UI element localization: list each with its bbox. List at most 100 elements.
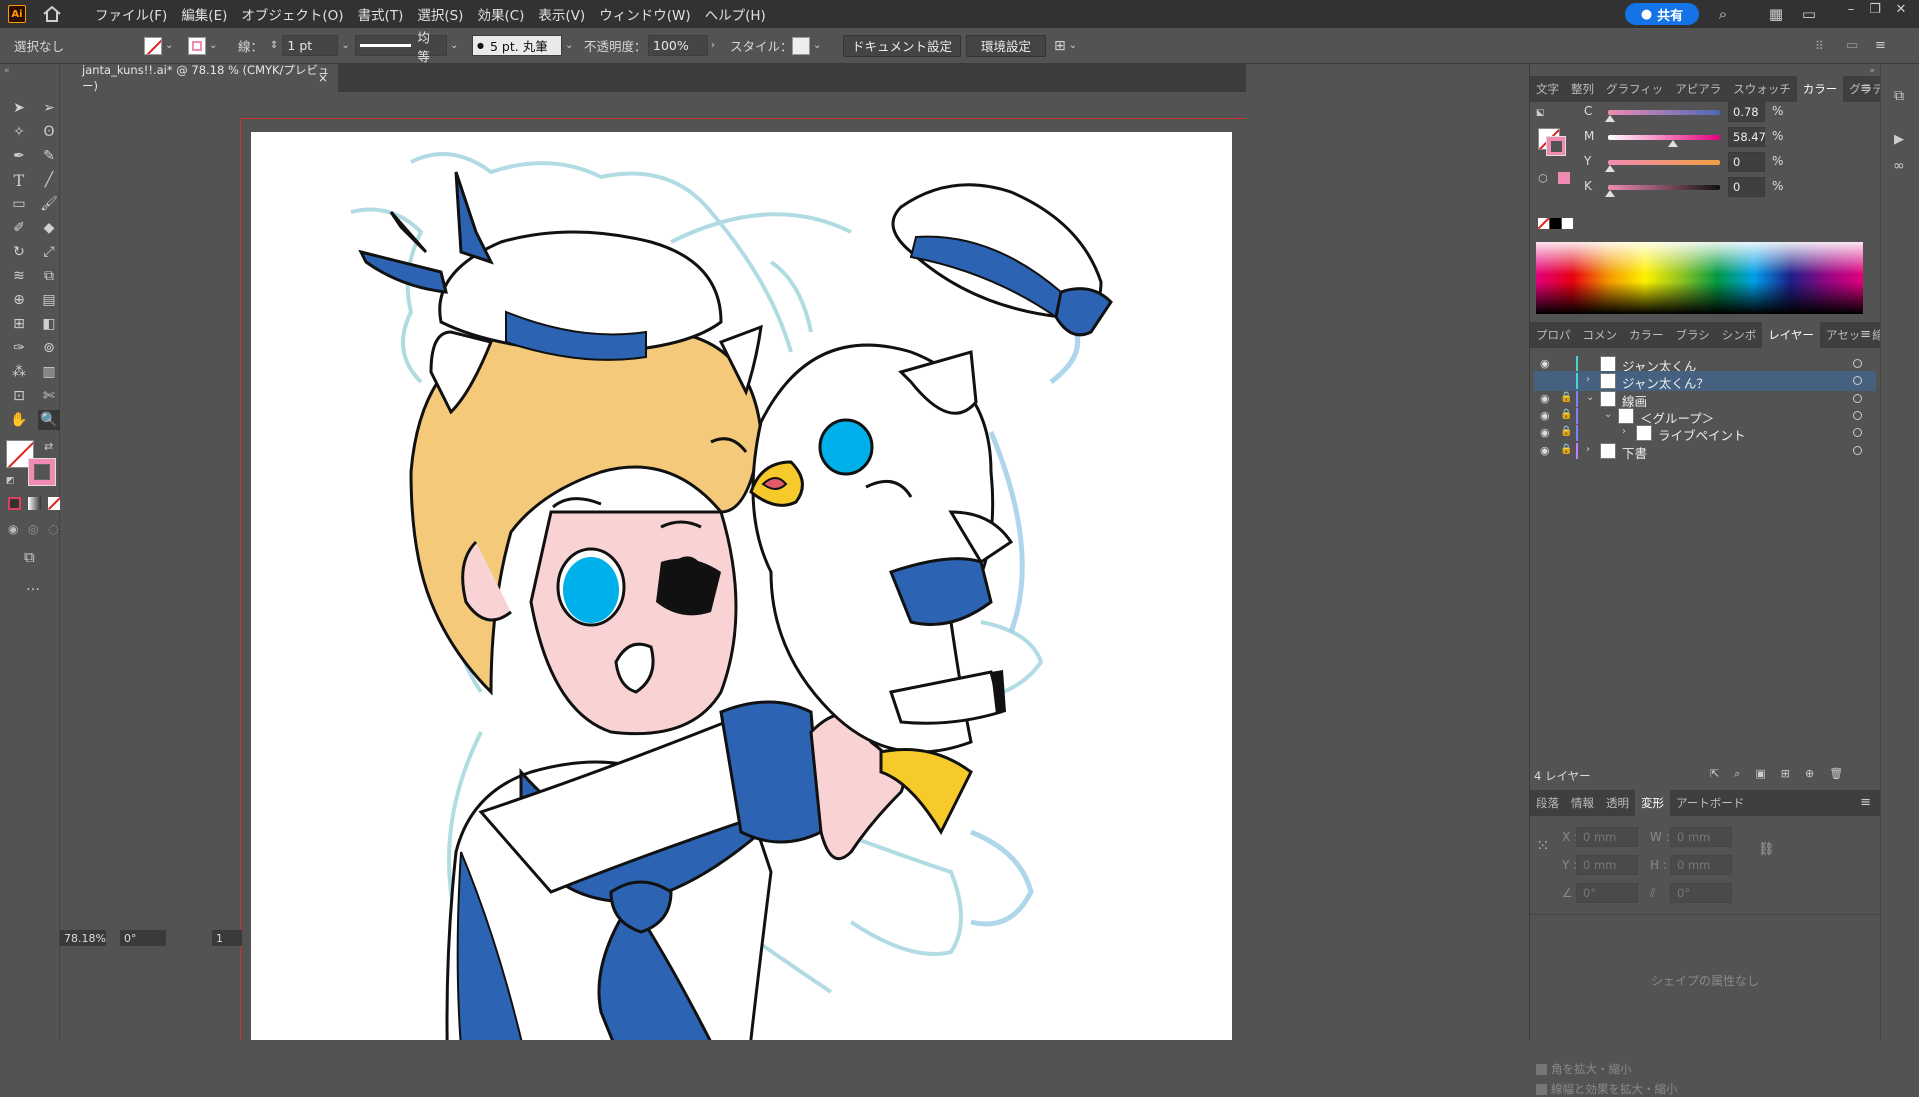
target-circle-icon[interactable] — [1853, 393, 1862, 403]
new-layer-icon[interactable]: ⊕ — [1805, 767, 1814, 781]
stroke-swatch[interactable]: ⌄ — [188, 34, 217, 57]
restore-icon[interactable]: ❐ — [1866, 2, 1884, 20]
y-field[interactable]: 0 mm — [1576, 855, 1638, 875]
height-field[interactable]: 0 mm — [1670, 855, 1732, 875]
edit-toolbar-icon[interactable]: … — [26, 578, 40, 594]
layer-name[interactable]: 下書 — [1622, 443, 1647, 462]
menu-item[interactable]: 編集(E) — [174, 4, 234, 24]
menu-item[interactable]: ファイル(F) — [88, 4, 174, 24]
line-tool-icon[interactable]: ╱ — [38, 170, 60, 190]
zoom-tool-icon[interactable]: 🔍 — [38, 410, 60, 430]
expand-arrow-icon[interactable]: › — [1622, 426, 1626, 437]
preferences-button[interactable]: 環境設定 — [966, 34, 1047, 57]
new-sublayer-icon[interactable]: ⊞ — [1781, 767, 1790, 781]
screen-mode-icon[interactable]: ⧉ — [24, 548, 35, 566]
free-transform-tool-icon[interactable]: ⧉ — [38, 266, 60, 286]
swap-colors-icon[interactable]: ⇄ — [44, 440, 53, 453]
shear-field[interactable]: 0° — [1670, 883, 1732, 903]
menu-item[interactable]: 効果(C) — [470, 4, 531, 24]
layers-panel-menu-icon[interactable]: ≡ — [1860, 327, 1871, 342]
close-tab-icon[interactable]: × — [318, 71, 328, 85]
shape-builder-tool-icon[interactable]: ⊕ — [8, 290, 30, 310]
home-icon[interactable] — [42, 5, 62, 23]
close-icon[interactable]: ✕ — [1892, 2, 1910, 20]
stroke-profile-select[interactable]: 均等 ⌄ — [355, 30, 458, 64]
menu-item[interactable]: ヘルプ(H) — [698, 4, 773, 24]
tab-layers_panel-4[interactable]: シンボ — [1716, 327, 1763, 343]
libraries-icon[interactable]: ⧉ — [1894, 88, 1904, 104]
artboard-tool-icon[interactable]: ⊡ — [8, 386, 30, 406]
shaper-tool-icon[interactable]: ✐ — [8, 218, 30, 238]
panel-toggle-icon[interactable]: ▭ — [1846, 34, 1858, 57]
artboard-number-field[interactable]: 1 — [212, 930, 242, 946]
play-actions-icon[interactable]: ▶ — [1894, 132, 1904, 147]
style-swatch[interactable]: ⌄ — [792, 34, 821, 57]
arrange-documents-icon[interactable]: ▦ — [1767, 5, 1785, 23]
visibility-eye-icon[interactable]: ◉ — [1540, 409, 1550, 422]
black-value[interactable]: 0 — [1728, 177, 1765, 197]
brush-select[interactable]: ● 5 pt. 丸筆 ⌄ — [472, 34, 573, 57]
quick-swatches[interactable] — [1538, 218, 1573, 229]
target-circle-icon[interactable] — [1853, 376, 1862, 386]
color-mode-icon[interactable] — [8, 497, 21, 510]
yellow-value[interactable]: 0 — [1728, 152, 1765, 172]
minimize-icon[interactable]: – — [1842, 2, 1860, 20]
visibility-eye-icon[interactable]: ◉ — [1540, 426, 1550, 439]
tab-transform_panel-0[interactable]: 段落 — [1530, 795, 1565, 811]
scale-corners-checkbox[interactable]: 角を拡大・縮小 — [1536, 1061, 1632, 1077]
tab-color_panel-2[interactable]: グラフィッ — [1600, 81, 1669, 97]
tab-transform_panel-1[interactable]: 情報 — [1565, 795, 1600, 811]
target-circle-icon[interactable] — [1853, 359, 1862, 368]
gradient-mode-icon[interactable] — [28, 497, 41, 510]
rectangle-tool-icon[interactable]: ▭ — [8, 194, 30, 214]
workspace-icon[interactable]: ▭ — [1800, 5, 1818, 23]
menu-item[interactable]: オブジェクト(O) — [234, 4, 350, 24]
fill-swatch[interactable]: ⌄ — [144, 34, 173, 57]
tab-layers_panel-1[interactable]: コメン — [1577, 327, 1624, 343]
cyan-value[interactable]: 0.78 — [1728, 102, 1765, 122]
draw-inside-icon[interactable]: ◌ — [48, 522, 58, 536]
search-icon[interactable]: ⌕ — [1714, 5, 1732, 23]
tab-layers_panel-3[interactable]: ブラシ — [1670, 327, 1716, 343]
cyan-slider[interactable]: C 0.78 % — [1540, 101, 1870, 123]
magic-wand-tool-icon[interactable]: ✧ — [8, 122, 30, 142]
symbol-sprayer-tool-icon[interactable]: ⁂ — [8, 362, 30, 382]
target-circle-icon[interactable] — [1853, 445, 1862, 455]
tab-transform_panel-3[interactable]: 変形 — [1635, 790, 1670, 816]
yellow-slider[interactable]: Y 0 % — [1540, 151, 1870, 173]
opacity-field[interactable]: 100% › — [648, 34, 715, 57]
curvature-tool-icon[interactable]: ✎ — [38, 146, 60, 166]
visibility-eye-icon[interactable]: ◉ — [1540, 444, 1550, 457]
clipping-mask-icon[interactable]: ▣ — [1755, 767, 1765, 781]
rotate-tool-icon[interactable]: ↻ — [8, 242, 30, 262]
stroke-color-box[interactable] — [28, 458, 56, 486]
collapse-icon[interactable]: « — [4, 66, 10, 76]
x-field[interactable]: 0 mm — [1576, 827, 1638, 847]
document-tab[interactable]: janta_kuns!!.ai* @ 78.18 % (CMYK/プレビュー) … — [60, 63, 338, 93]
transform-panel-menu-icon[interactable]: ≡ — [1860, 795, 1871, 810]
magenta-slider[interactable]: M 58.47 % — [1540, 126, 1870, 148]
expand-arrow-icon[interactable]: ⌄ — [1604, 409, 1612, 420]
direct-selection-tool-icon[interactable]: ➢ — [38, 98, 60, 118]
tab-transform_panel-2[interactable]: 透明 — [1600, 795, 1635, 811]
lock-toggle[interactable]: 🔒 — [1560, 409, 1572, 420]
share-button[interactable]: ● 共有 — [1625, 3, 1699, 25]
control-menu-icon[interactable]: ≡ — [1875, 34, 1886, 57]
lock-toggle[interactable]: 🔒 — [1560, 426, 1572, 437]
visibility-eye-icon[interactable]: ◉ — [1540, 392, 1550, 405]
tab-layers_panel-0[interactable]: プロパ — [1530, 327, 1577, 343]
expand-arrow-icon[interactable]: › — [1586, 444, 1590, 455]
locate-object-icon[interactable]: ⌕ — [1734, 767, 1740, 781]
angle-field[interactable]: 0° — [1576, 883, 1638, 903]
tab-color_panel-5[interactable]: カラー — [1796, 76, 1844, 102]
black-slider[interactable]: K 0 % — [1540, 176, 1870, 198]
magenta-value[interactable]: 58.47 — [1728, 127, 1766, 147]
gradient-tool-icon[interactable]: ◧ — [38, 314, 60, 334]
document-settings-button[interactable]: ドキュメント設定 — [843, 34, 962, 57]
tab-color_panel-4[interactable]: スウォッチ — [1727, 81, 1797, 97]
width-field[interactable]: 0 mm — [1670, 827, 1732, 847]
export-icon[interactable]: ⇱ — [1710, 767, 1719, 781]
scale-tool-icon[interactable]: ⤢ — [38, 242, 60, 262]
color-panel-menu-icon[interactable]: ≡ — [1860, 81, 1871, 96]
perspective-grid-tool-icon[interactable]: ▤ — [38, 290, 60, 310]
